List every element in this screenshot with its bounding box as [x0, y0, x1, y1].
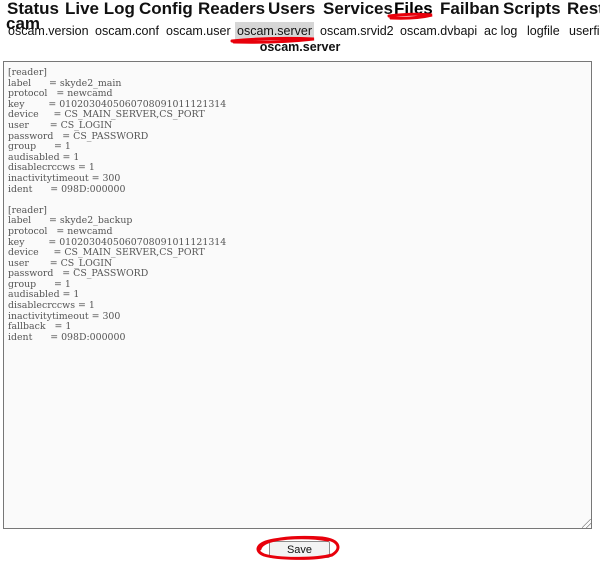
menu-rest[interactable]: Rest — [567, 0, 600, 20]
file-logfile[interactable]: logfile — [527, 22, 560, 40]
menu-scripts[interactable]: Scripts — [503, 0, 561, 20]
menu-files[interactable]: Files — [394, 0, 433, 20]
file-userfile[interactable]: userfil — [569, 22, 600, 40]
menu-rest-overflow: cam — [6, 14, 41, 33]
menu-readers[interactable]: Readers — [198, 0, 265, 20]
menu-services[interactable]: Services — [323, 0, 393, 20]
save-button[interactable]: Save — [269, 541, 330, 558]
file-content-editor[interactable]: [reader] label = skyde2_main protocol = … — [3, 61, 592, 529]
menu-users[interactable]: Users — [268, 0, 315, 20]
file-oscam-conf[interactable]: oscam.conf — [95, 22, 159, 40]
file-oscam-srvid2[interactable]: oscam.srvid2 — [320, 22, 394, 40]
file-oscam-dvbapi[interactable]: oscam.dvbapi — [400, 22, 477, 40]
menu-config[interactable]: Config — [139, 0, 193, 20]
file-oscam-user[interactable]: oscam.user — [166, 22, 231, 40]
menu-live-log[interactable]: Live Log — [65, 0, 135, 20]
file-oscam-server[interactable]: oscam.server — [235, 22, 315, 40]
main-menu: Status Live Log Config Readers Users Ser… — [0, 0, 600, 20]
files-submenu: oscam.version oscam.conf oscam.user osca… — [0, 22, 600, 42]
resize-grip-icon[interactable] — [582, 519, 591, 528]
file-ac-log[interactable]: ac log — [484, 22, 517, 40]
current-file-title: oscam.server — [259, 40, 341, 54]
menu-failban[interactable]: Failban — [440, 0, 500, 20]
